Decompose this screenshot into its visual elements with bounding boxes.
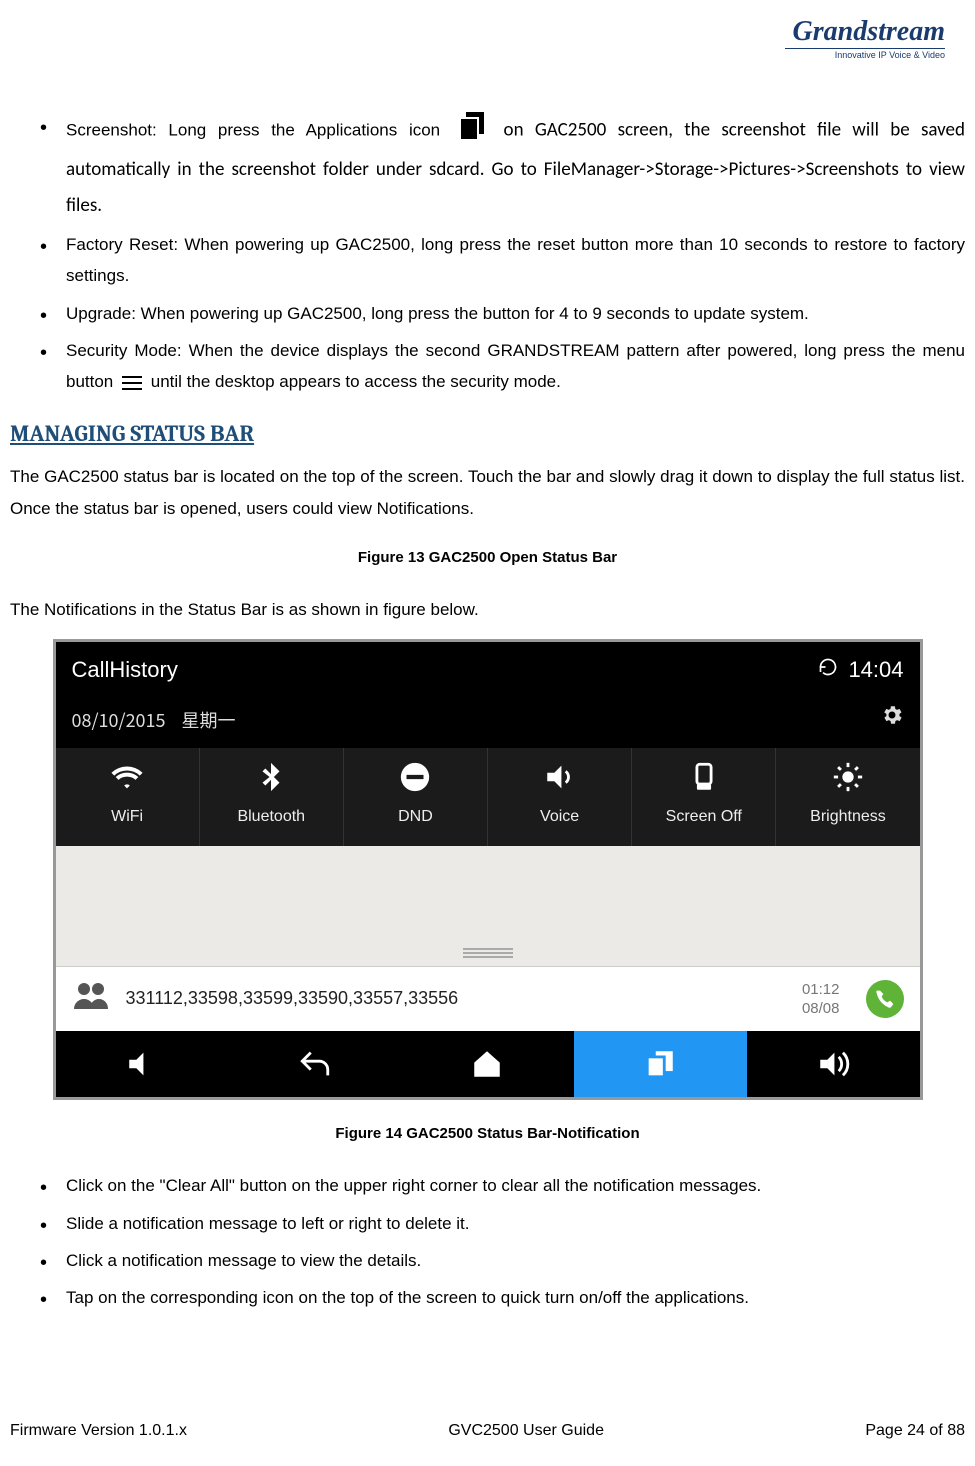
notification-time: 01:12 (802, 981, 840, 998)
status-bar-screenshot: CallHistory 14:04 08/10/2015 星期一 (53, 639, 923, 1100)
drag-handle-icon[interactable] (463, 948, 513, 958)
bullet-click-details: Click a notification message to view the… (40, 1245, 965, 1276)
nav-home[interactable] (401, 1031, 574, 1097)
notification-area (56, 846, 920, 966)
bullet-slide-delete: Slide a notification message to left or … (40, 1208, 965, 1239)
notification-meta: 01:12 08/08 (802, 980, 840, 1019)
qs-label: Voice (540, 802, 579, 832)
qs-label: Screen Off (666, 802, 742, 832)
page-footer: Firmware Version 1.0.1.x GVC2500 User Gu… (10, 1422, 965, 1440)
bullet-clear-all: Click on the "Clear All" button on the u… (40, 1170, 965, 1201)
qs-wifi[interactable]: WiFi (56, 748, 200, 846)
shot-title-bar: CallHistory 14:04 (56, 642, 920, 699)
gear-icon[interactable] (880, 703, 904, 738)
qs-label: Bluetooth (237, 802, 305, 832)
notification-text: 331112,33598,33599,33590,33557,33556 (126, 982, 786, 1015)
nav-recents[interactable] (574, 1031, 747, 1097)
shot-clock: 14:04 (848, 650, 903, 691)
qs-bluetooth[interactable]: Bluetooth (200, 748, 344, 846)
qs-brightness[interactable]: Brightness (776, 748, 919, 846)
section-paragraph-1: The GAC2500 status bar is located on the… (10, 461, 965, 524)
shot-date-bar: 08/10/2015 星期一 (56, 699, 920, 748)
brand-logo: Grandstream Innovative IP Voice & Video (785, 18, 945, 73)
refresh-icon[interactable] (818, 650, 838, 691)
bullet-list-top: Screenshot: Long press the Applications … (10, 110, 965, 399)
section-heading-managing-status-bar: MANAGING STATUS BAR (10, 413, 965, 456)
figure-13-caption: Figure 13 GAC2500 Open Status Bar (10, 544, 965, 572)
bullet-security-mode: Security Mode: When the device displays … (40, 335, 965, 399)
quick-settings-row: WiFi Bluetooth DND Voice Screen Off (56, 748, 920, 846)
call-icon[interactable] (866, 980, 904, 1018)
qs-voice[interactable]: Voice (488, 748, 632, 846)
bullet-text-prefix: Screenshot: Long press the Applications … (66, 121, 440, 140)
qs-label: WiFi (111, 802, 143, 832)
notification-row[interactable]: 331112,33598,33599,33590,33557,33556 01:… (56, 966, 920, 1031)
shot-app-title: CallHistory (72, 650, 178, 691)
nav-volume-down[interactable] (56, 1031, 229, 1097)
bullet-screenshot: Screenshot: Long press the Applications … (40, 110, 965, 223)
brand-tagline: Innovative IP Voice & Video (785, 48, 945, 60)
nav-volume-up[interactable] (747, 1031, 920, 1097)
bullet-list-bottom: Click on the "Clear All" button on the u… (10, 1170, 965, 1314)
qs-screen-off[interactable]: Screen Off (632, 748, 776, 846)
qs-label: Brightness (810, 802, 886, 832)
nav-back[interactable] (228, 1031, 401, 1097)
shot-date: 08/10/2015 (72, 704, 166, 737)
footer-page-number: Page 24 of 88 (865, 1422, 965, 1440)
menu-icon (122, 367, 142, 398)
bullet-factory-reset: Factory Reset: When powering up GAC2500,… (40, 229, 965, 292)
bullet-upgrade: Upgrade: When powering up GAC2500, long … (40, 298, 965, 329)
group-contact-icon (72, 979, 110, 1019)
shot-weekday: 星期一 (182, 704, 236, 737)
figure-14-caption: Figure 14 GAC2500 Status Bar-Notificatio… (10, 1120, 965, 1148)
section-paragraph-2: The Notifications in the Status Bar is a… (10, 594, 965, 625)
brand-name: Grandstream (785, 18, 945, 46)
qs-label: DND (398, 802, 433, 832)
notification-date: 08/08 (802, 1000, 840, 1017)
applications-icon (456, 110, 488, 152)
footer-firmware: Firmware Version 1.0.1.x (10, 1422, 187, 1440)
nav-bar (56, 1031, 920, 1097)
bullet-text-suffix: until the desktop appears to access the … (151, 372, 561, 391)
footer-doc-title: GVC2500 User Guide (448, 1422, 604, 1440)
bullet-tap-icon: Tap on the corresponding icon on the top… (40, 1282, 965, 1313)
qs-dnd[interactable]: DND (344, 748, 488, 846)
